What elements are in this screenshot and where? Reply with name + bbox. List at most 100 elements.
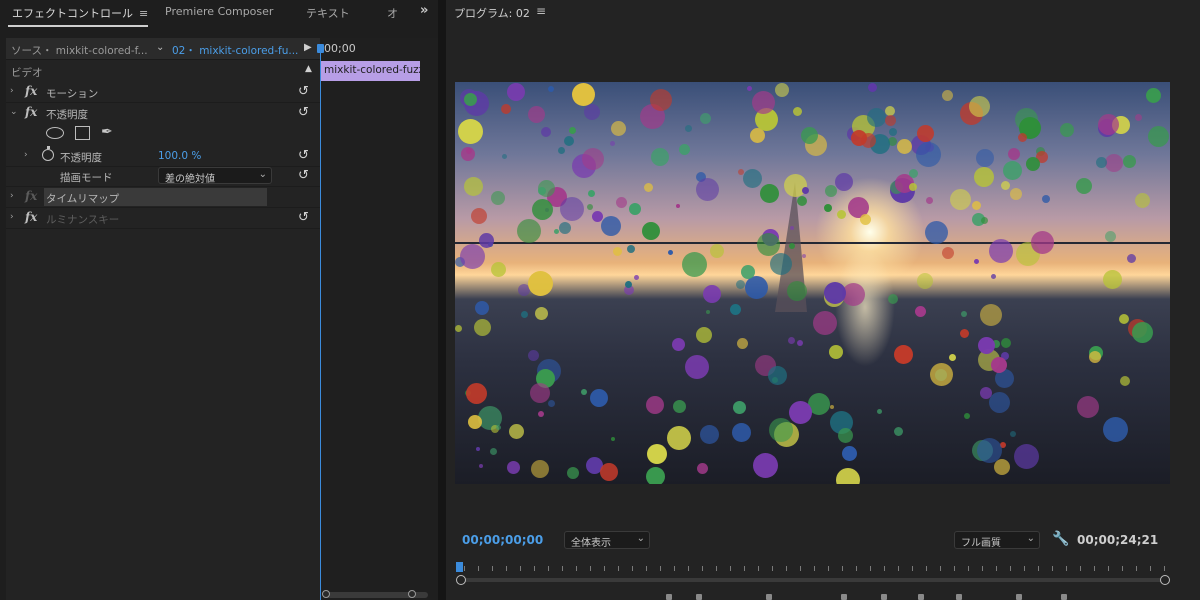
ellipse-mask-icon[interactable] xyxy=(46,127,64,139)
particle xyxy=(676,204,680,208)
effect-row-motion[interactable]: › fx モーション ↺ xyxy=(6,82,320,103)
fx-icon[interactable]: fx xyxy=(25,84,37,98)
blend-mode-select[interactable]: 差の絶対値 ⌄ xyxy=(158,167,272,185)
ruler-tick xyxy=(940,566,941,571)
step-forward-button[interactable] xyxy=(918,594,924,600)
particle xyxy=(797,196,807,206)
tab-premiere-composer[interactable]: Premiere Composer xyxy=(165,5,273,18)
wrench-icon[interactable]: 🔧 xyxy=(1052,531,1069,547)
twirl-right-icon[interactable]: › xyxy=(10,212,14,222)
mark-in-button[interactable] xyxy=(666,594,672,600)
fx-icon[interactable]: fx xyxy=(25,105,37,119)
particle xyxy=(474,319,491,336)
tab-text[interactable]: テキスト xyxy=(306,5,350,21)
particle xyxy=(909,183,917,191)
blend-mode-label: 描画モード xyxy=(60,172,113,184)
ruler-tick xyxy=(814,566,815,571)
particle xyxy=(1003,161,1022,180)
go-to-in-button[interactable] xyxy=(766,594,772,600)
playhead-handle[interactable] xyxy=(317,44,324,53)
source-clip-label[interactable]: ソース・ mixkit-colored-f... xyxy=(11,43,148,58)
playhead-handle[interactable] xyxy=(456,562,463,572)
effect-row-opacity[interactable]: ⌄ fx 不透明度 ↺ xyxy=(6,103,320,124)
twirl-right-icon[interactable]: › xyxy=(10,191,14,201)
reset-icon[interactable]: ↺ xyxy=(298,148,309,163)
twirl-right-icon[interactable]: › xyxy=(24,150,28,160)
panel-menu-icon[interactable]: ≡ xyxy=(139,7,148,20)
step-back-button[interactable] xyxy=(841,594,847,600)
rectangle-mask-icon[interactable] xyxy=(75,126,90,140)
particle xyxy=(824,204,832,212)
effect-row-time-remap[interactable]: › fx タイムリマップ xyxy=(6,187,320,208)
program-monitor: プログラム: 02 ≡ 00;00;00;00 全体表示 ⌄ フル画質 ⌄ 🔧 … xyxy=(446,0,1200,600)
particle xyxy=(1060,123,1074,137)
ruler-tick xyxy=(1164,566,1165,571)
particle xyxy=(634,275,639,280)
particle xyxy=(475,301,489,315)
playhead-line[interactable] xyxy=(320,44,321,600)
time-ruler[interactable] xyxy=(456,562,1170,576)
particle xyxy=(917,125,934,142)
effect-row-luminance-key[interactable]: › fx ルミナンスキー ↺ xyxy=(6,208,320,229)
particle xyxy=(894,345,913,364)
zoom-select[interactable]: 全体表示 ⌄ xyxy=(564,531,650,549)
scrollbar-track[interactable] xyxy=(462,578,1164,582)
insert-button[interactable] xyxy=(1016,594,1022,600)
chevron-down-icon[interactable]: ⌄ xyxy=(156,42,164,53)
particle xyxy=(1010,431,1016,437)
panel-menu-icon[interactable]: ≡ xyxy=(536,4,546,18)
play-icon[interactable]: ▶ xyxy=(304,42,312,53)
effect-timeline[interactable]: 00;00 mixkit-colored-fuzz xyxy=(317,38,438,600)
current-timecode[interactable]: 00;00;00;00 xyxy=(462,533,543,547)
fx-icon[interactable]: fx xyxy=(25,210,37,224)
particle xyxy=(829,345,843,359)
program-monitor-title[interactable]: プログラム: 02 xyxy=(454,5,530,21)
fx-icon[interactable]: fx xyxy=(25,189,37,203)
opacity-value[interactable]: 100.0 % xyxy=(158,150,201,162)
scroll-handle-left[interactable] xyxy=(322,590,330,598)
scroll-handle-right[interactable] xyxy=(1160,575,1170,585)
particle xyxy=(548,400,555,407)
particle xyxy=(1089,351,1101,363)
tab-overflow[interactable]: オ xyxy=(387,5,398,21)
ruler-tick xyxy=(1024,566,1025,571)
twirl-down-icon[interactable]: ⌄ xyxy=(10,107,18,117)
reset-icon[interactable]: ↺ xyxy=(298,84,309,99)
collapse-up-icon[interactable]: ▲ xyxy=(305,64,312,74)
reset-icon[interactable]: ↺ xyxy=(298,168,309,183)
quality-select[interactable]: フル画質 ⌄ xyxy=(954,531,1040,549)
scroll-handle-left[interactable] xyxy=(456,575,466,585)
ruler-tick xyxy=(548,566,549,571)
ruler-tick xyxy=(702,566,703,571)
panel-divider[interactable] xyxy=(438,0,446,600)
stopwatch-icon[interactable] xyxy=(42,146,54,161)
scroll-handle-right[interactable] xyxy=(408,590,416,598)
ruler-tick xyxy=(898,566,899,571)
pen-mask-icon[interactable]: ✒ xyxy=(101,124,113,140)
particle xyxy=(1103,417,1128,442)
reset-icon[interactable]: ↺ xyxy=(298,210,309,225)
reset-icon[interactable]: ↺ xyxy=(298,105,309,120)
video-section-label: ビデオ xyxy=(11,67,43,79)
ruler-tick xyxy=(786,566,787,571)
ruler-tick xyxy=(1080,566,1081,571)
particle xyxy=(532,199,553,220)
export-frame-button[interactable] xyxy=(1061,594,1067,600)
go-to-out-button[interactable] xyxy=(956,594,962,600)
particle xyxy=(925,221,948,244)
ruler-tick xyxy=(1108,566,1109,571)
sequence-clip-label[interactable]: 02・ mixkit-colored-fu... xyxy=(172,43,298,58)
timeline-clip[interactable]: mixkit-colored-fuzz xyxy=(321,61,420,81)
ruler-tick xyxy=(772,566,773,571)
mark-out-button[interactable] xyxy=(696,594,702,600)
particle xyxy=(611,437,615,441)
timeline-scrollbar[interactable] xyxy=(322,590,428,598)
play-button[interactable] xyxy=(881,594,887,600)
particle xyxy=(978,337,995,354)
twirl-right-icon[interactable]: › xyxy=(10,86,14,96)
more-tabs-icon[interactable]: » xyxy=(420,3,428,18)
particle xyxy=(916,142,941,167)
zoom-scrollbar[interactable] xyxy=(456,575,1170,585)
particle xyxy=(479,233,494,248)
tab-effect-controls[interactable]: エフェクトコントロール ≡ xyxy=(12,5,148,21)
